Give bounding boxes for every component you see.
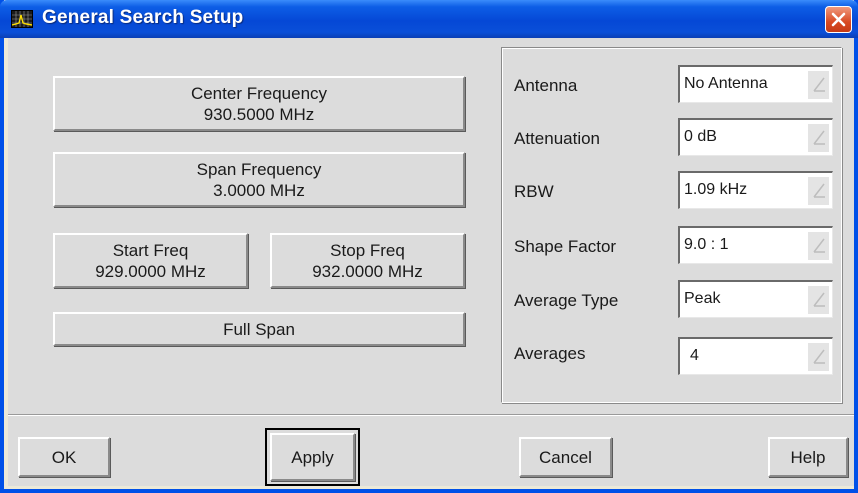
cancel-label: Cancel bbox=[539, 447, 592, 467]
close-icon bbox=[831, 12, 846, 27]
window-title: General Search Setup bbox=[42, 7, 244, 28]
attenuation-select[interactable]: 0 dB bbox=[678, 118, 833, 156]
shape-factor-select[interactable]: 9.0 : 1 bbox=[678, 226, 833, 264]
stop-freq-button[interactable]: Stop Freq 932.0000 MHz bbox=[270, 233, 465, 288]
center-frequency-value: 930.5000 MHz bbox=[203, 104, 315, 124]
average-type-label: Average Type bbox=[514, 291, 619, 310]
rbw-select[interactable]: 1.09 kHz bbox=[678, 171, 833, 209]
averages-value: 4 bbox=[690, 347, 699, 364]
shape-factor-value: 9.0 : 1 bbox=[684, 236, 729, 253]
dropdown-arrow-icon[interactable] bbox=[807, 286, 829, 314]
start-freq-button[interactable]: Start Freq 929.0000 MHz bbox=[53, 233, 248, 288]
antenna-label: Antenna bbox=[514, 76, 578, 95]
spectrum-grid-icon bbox=[11, 10, 33, 28]
attenuation-value: 0 dB bbox=[684, 128, 717, 145]
antenna-value: No Antenna bbox=[684, 75, 768, 92]
dropdown-arrow-icon[interactable] bbox=[807, 343, 829, 371]
dropdown-arrow-icon[interactable] bbox=[807, 124, 829, 152]
span-frequency-value: 3.0000 MHz bbox=[213, 180, 305, 200]
span-frequency-button[interactable]: Span Frequency 3.0000 MHz bbox=[53, 152, 465, 207]
cancel-button[interactable]: Cancel bbox=[519, 437, 612, 477]
span-frequency-label: Span Frequency bbox=[196, 159, 322, 179]
dropdown-arrow-icon[interactable] bbox=[807, 232, 829, 260]
stop-freq-label: Stop Freq bbox=[330, 240, 405, 260]
close-button[interactable] bbox=[825, 6, 852, 33]
start-freq-value: 929.0000 MHz bbox=[95, 261, 206, 281]
apply-label: Apply bbox=[291, 447, 334, 467]
full-span-label: Full Span bbox=[223, 319, 295, 339]
full-span-button[interactable]: Full Span bbox=[53, 312, 465, 346]
attenuation-label: Attenuation bbox=[514, 129, 601, 148]
stop-freq-value: 932.0000 MHz bbox=[312, 261, 423, 281]
rbw-value: 1.09 kHz bbox=[684, 181, 748, 198]
dropdown-arrow-icon[interactable] bbox=[807, 177, 829, 205]
title-bar[interactable]: General Search Setup bbox=[0, 0, 858, 38]
dialog-window: General Search Setup Center Frequency 93… bbox=[0, 0, 858, 493]
antenna-select[interactable]: No Antenna bbox=[678, 65, 833, 103]
start-freq-label: Start Freq bbox=[112, 240, 189, 260]
averages-select[interactable]: 4 bbox=[678, 337, 833, 375]
shape-factor-label: Shape Factor bbox=[514, 237, 617, 256]
help-label: Help bbox=[790, 447, 826, 467]
center-frequency-button[interactable]: Center Frequency 930.5000 MHz bbox=[53, 76, 465, 131]
help-button[interactable]: Help bbox=[768, 437, 848, 477]
footer-divider-highlight bbox=[8, 415, 854, 416]
apply-default-frame: Apply bbox=[265, 428, 360, 486]
average-type-select[interactable]: Peak bbox=[678, 280, 833, 318]
dropdown-arrow-icon[interactable] bbox=[807, 71, 829, 99]
apply-button[interactable]: Apply bbox=[270, 433, 355, 481]
ok-button[interactable]: OK bbox=[18, 437, 110, 477]
ok-label: OK bbox=[51, 447, 77, 467]
settings-panel: Antenna No Antenna Attenuation 0 dB RBW … bbox=[501, 47, 842, 403]
averages-label: Averages bbox=[514, 344, 586, 363]
average-type-value: Peak bbox=[684, 290, 721, 307]
dialog-body: Center Frequency 930.5000 MHz Span Frequ… bbox=[8, 38, 854, 486]
center-frequency-label: Center Frequency bbox=[190, 83, 328, 103]
rbw-label: RBW bbox=[514, 182, 554, 201]
